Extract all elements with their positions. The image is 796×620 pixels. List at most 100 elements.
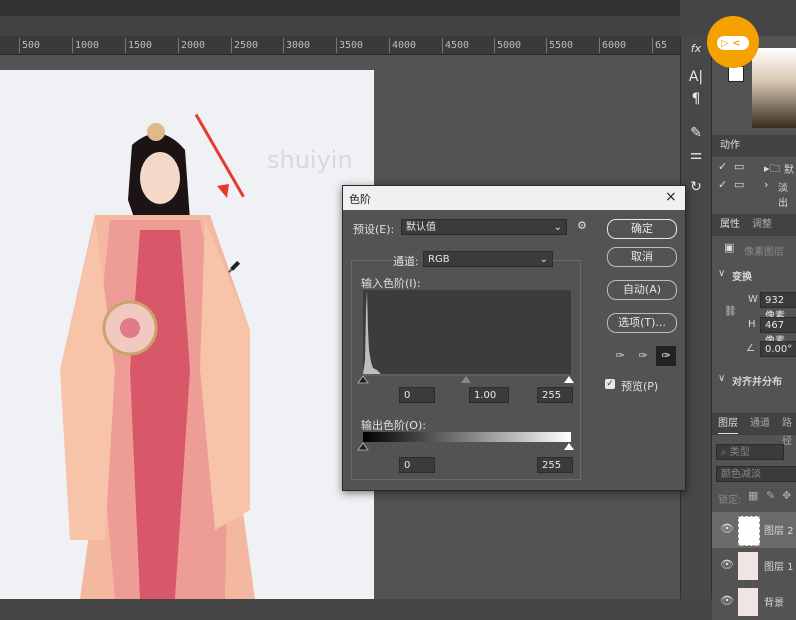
black-point-eyedropper-icon[interactable]: ✑ (611, 347, 629, 365)
visibility-eye-icon[interactable]: 👁 (720, 594, 734, 607)
ruler-tick: 2000 (181, 40, 206, 51)
tab-layers[interactable]: 图层 (718, 415, 738, 434)
input-black-field[interactable]: 0 (399, 387, 435, 403)
ruler-tick: 5000 (497, 40, 522, 51)
output-levels-label: 输出色阶(O): (361, 419, 426, 432)
check-icon[interactable]: ✓ (718, 178, 727, 191)
layer-row[interactable]: 👁 背景 (712, 584, 796, 620)
layer-row[interactable]: 👁 图层 2 (712, 512, 796, 548)
close-icon[interactable]: × (665, 189, 677, 205)
adjust-icon[interactable]: ⚌ (687, 146, 705, 164)
lock-pixels-icon[interactable]: ▦ (748, 489, 758, 502)
fx-icon[interactable]: fx (687, 40, 705, 58)
kind-placeholder: 类型 (729, 447, 750, 458)
dialog-toggle-icon[interactable]: ▭ (734, 160, 744, 173)
layer-name[interactable]: 图层 2 (764, 522, 794, 537)
action-item-label[interactable]: 淡出 (778, 179, 796, 209)
foreground-color-swatch[interactable] (728, 66, 744, 82)
tab-actions[interactable]: 动作 (720, 137, 740, 155)
tab-channels[interactable]: 通道 (750, 415, 770, 433)
ruler-tick: 4000 (392, 40, 417, 51)
chevron-down-icon: ⌄ (539, 254, 548, 265)
lock-move-icon[interactable]: ✥ (782, 489, 791, 502)
right-panels: 页 ▷ < 动作 ✓ ▭ ▸🗀 默 ✓ ▭ › 淡出 属性 调整 ▣ 像素图层 … (707, 16, 796, 620)
transform-title: 变换 (732, 272, 752, 283)
ruler-tick: 500 (22, 40, 41, 51)
chevron-down-icon[interactable]: ∨ (718, 373, 725, 384)
ruler-tick: 5500 (549, 40, 574, 51)
width-field[interactable]: 932 像素 (760, 292, 796, 322)
pixel-layer-icon: ▣ (724, 241, 735, 254)
action-set-label[interactable]: 默 (784, 161, 794, 176)
color-picker-field[interactable] (752, 48, 796, 128)
preview-label[interactable]: 预览(P) (621, 378, 658, 394)
brush-settings-icon[interactable]: ✎ (687, 124, 705, 142)
link-icon[interactable]: ⛓ (724, 306, 737, 317)
dialog-title: 色阶 (349, 193, 371, 206)
pixel-layer-label: 像素图层 (744, 247, 784, 258)
options-bar (0, 16, 680, 36)
height-field[interactable]: 467 像素 (760, 317, 796, 347)
history-icon[interactable]: ↻ (687, 178, 705, 196)
levels-dialog: 色阶 × 预设(E): 默认值 ⌄ ⚙ 通道: RGB ⌄ 输入色阶(I): 0… (342, 185, 686, 491)
auto-button[interactable]: 自动(A) (607, 280, 677, 300)
preset-select[interactable]: 默认值 ⌄ (401, 219, 567, 235)
photo-woman-hanfu: shuiyin (0, 70, 374, 599)
layer-kind-filter[interactable]: ⌕ 类型 (716, 444, 784, 460)
dialog-titlebar[interactable]: 色阶 × (343, 186, 685, 210)
chevron-down-icon[interactable]: ∨ (718, 268, 725, 279)
chevron-right-icon[interactable]: › (764, 178, 768, 191)
mascot-logo: ▷ < (707, 16, 759, 68)
search-icon: ⌕ (721, 447, 730, 458)
white-point-eyedropper-icon[interactable]: ✑ (656, 346, 676, 366)
gear-icon[interactable]: ⚙ (577, 219, 587, 232)
visibility-eye-icon[interactable]: 👁 (720, 558, 734, 571)
document-canvas[interactable]: shuiyin (0, 70, 374, 599)
app-menu-bar (0, 0, 680, 16)
ruler-tick: 2500 (234, 40, 259, 51)
channel-value: RGB (428, 254, 450, 265)
horizontal-ruler: 500 1000 1500 2000 2500 3000 3500 4000 4… (0, 36, 680, 55)
paragraph-icon[interactable]: ¶ (687, 90, 705, 108)
lock-paint-icon[interactable]: ✎ (766, 489, 775, 502)
layer-row[interactable]: 👁 图层 1 (712, 548, 796, 584)
cancel-button[interactable]: 取消 (607, 247, 677, 267)
output-sliders[interactable] (357, 442, 577, 452)
output-black-field[interactable]: 0 (399, 457, 435, 473)
input-levels-label: 输入色阶(I): (361, 277, 421, 290)
align-title: 对齐并分布 (732, 377, 782, 388)
layer-name[interactable]: 图层 1 (764, 558, 794, 573)
ok-button[interactable]: 确定 (607, 219, 677, 239)
lock-label: 锁定: (718, 495, 742, 506)
tab-paths[interactable]: 路径 (782, 415, 796, 447)
text-icon[interactable]: A| (687, 68, 705, 86)
preset-label: 预设(E): (353, 223, 395, 236)
options-button[interactable]: 选项(T)... (607, 313, 677, 333)
gray-point-eyedropper-icon[interactable]: ✑ (634, 347, 652, 365)
tab-adjustments[interactable]: 调整 (752, 216, 772, 234)
ruler-tick: 3500 (339, 40, 364, 51)
watermark-text: shuiyin (267, 146, 353, 174)
layer-name[interactable]: 背景 (764, 594, 784, 609)
histogram (363, 290, 571, 374)
ruler-tick: 1000 (75, 40, 100, 51)
ruler-tick: 6000 (602, 40, 627, 51)
input-white-field[interactable]: 255 (537, 387, 573, 403)
angle-field[interactable]: 0.00° (760, 341, 796, 357)
input-sliders[interactable] (357, 374, 577, 384)
preview-checkbox[interactable]: ✓ (605, 379, 615, 389)
ruler-tick: 65 (655, 40, 668, 51)
blend-mode-select[interactable]: 颜色减淡 (716, 466, 796, 482)
ruler-tick: 1500 (128, 40, 153, 51)
dialog-toggle-icon[interactable]: ▭ (734, 178, 744, 191)
visibility-eye-icon[interactable]: 👁 (720, 522, 734, 535)
output-white-field[interactable]: 255 (537, 457, 573, 473)
width-label: W (748, 294, 758, 305)
ruler-tick: 4500 (445, 40, 470, 51)
input-gamma-field[interactable]: 1.00 (469, 387, 509, 403)
height-label: H (748, 319, 756, 330)
channel-select[interactable]: RGB ⌄ (423, 251, 553, 267)
folder-icon: ▸🗀 (764, 162, 781, 175)
check-icon[interactable]: ✓ (718, 160, 727, 173)
tab-properties[interactable]: 属性 (720, 216, 740, 234)
